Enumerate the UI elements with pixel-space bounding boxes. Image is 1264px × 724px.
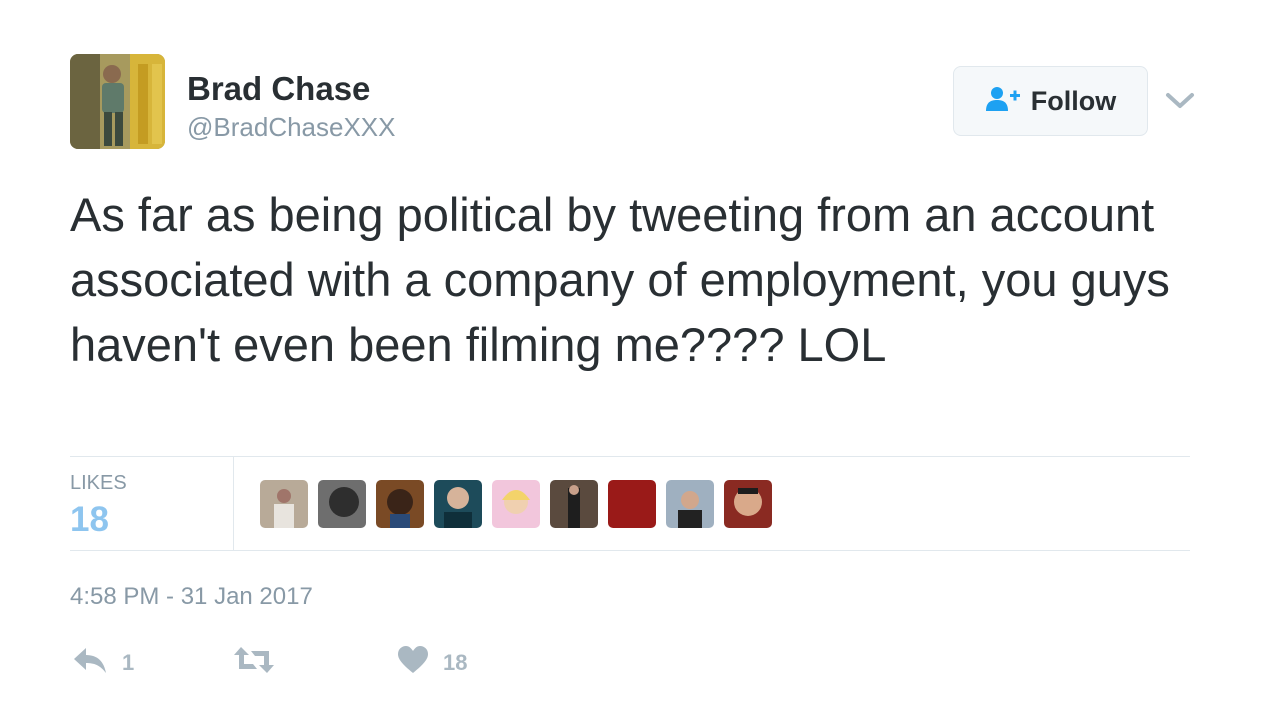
liker-avatar[interactable] [376, 480, 424, 528]
likes-count[interactable]: 18 [70, 500, 109, 540]
chevron-down-icon[interactable] [1165, 88, 1195, 114]
liker-avatar[interactable] [550, 480, 598, 528]
retweet-icon [233, 645, 275, 680]
likes-label[interactable]: LIKES [70, 472, 127, 495]
tweet-text: As far as being political by tweeting fr… [70, 188, 1170, 371]
follow-button[interactable]: Follow [953, 66, 1148, 136]
reply-button[interactable]: 1 [72, 645, 134, 680]
like-button[interactable]: 18 [397, 645, 467, 680]
follow-button-label: Follow [1030, 85, 1117, 116]
liker-avatar[interactable] [724, 480, 772, 528]
stats-divider-top [70, 456, 1190, 457]
heart-icon [397, 645, 429, 680]
reply-count: 1 [122, 649, 135, 675]
author-handle[interactable]: @BradChaseXXX [187, 112, 396, 143]
like-count: 18 [443, 649, 468, 675]
liker-avatar[interactable] [434, 480, 482, 528]
retweet-button[interactable] [233, 645, 289, 680]
liker-avatar[interactable] [492, 480, 540, 528]
likers-avatar-list [260, 480, 772, 528]
liker-avatar[interactable] [666, 480, 714, 528]
author-name[interactable]: Brad Chase [187, 70, 370, 108]
tweet-timestamp[interactable]: 4:58 PM - 31 Jan 2017 [70, 583, 313, 611]
liker-avatar[interactable] [318, 480, 366, 528]
stats-separator [233, 457, 234, 550]
reply-icon [72, 645, 108, 680]
author-avatar[interactable] [70, 54, 165, 149]
stats-divider-bottom [70, 550, 1190, 551]
add-user-icon [985, 86, 1021, 117]
liker-avatar[interactable] [608, 480, 656, 528]
liker-avatar[interactable] [260, 480, 308, 528]
